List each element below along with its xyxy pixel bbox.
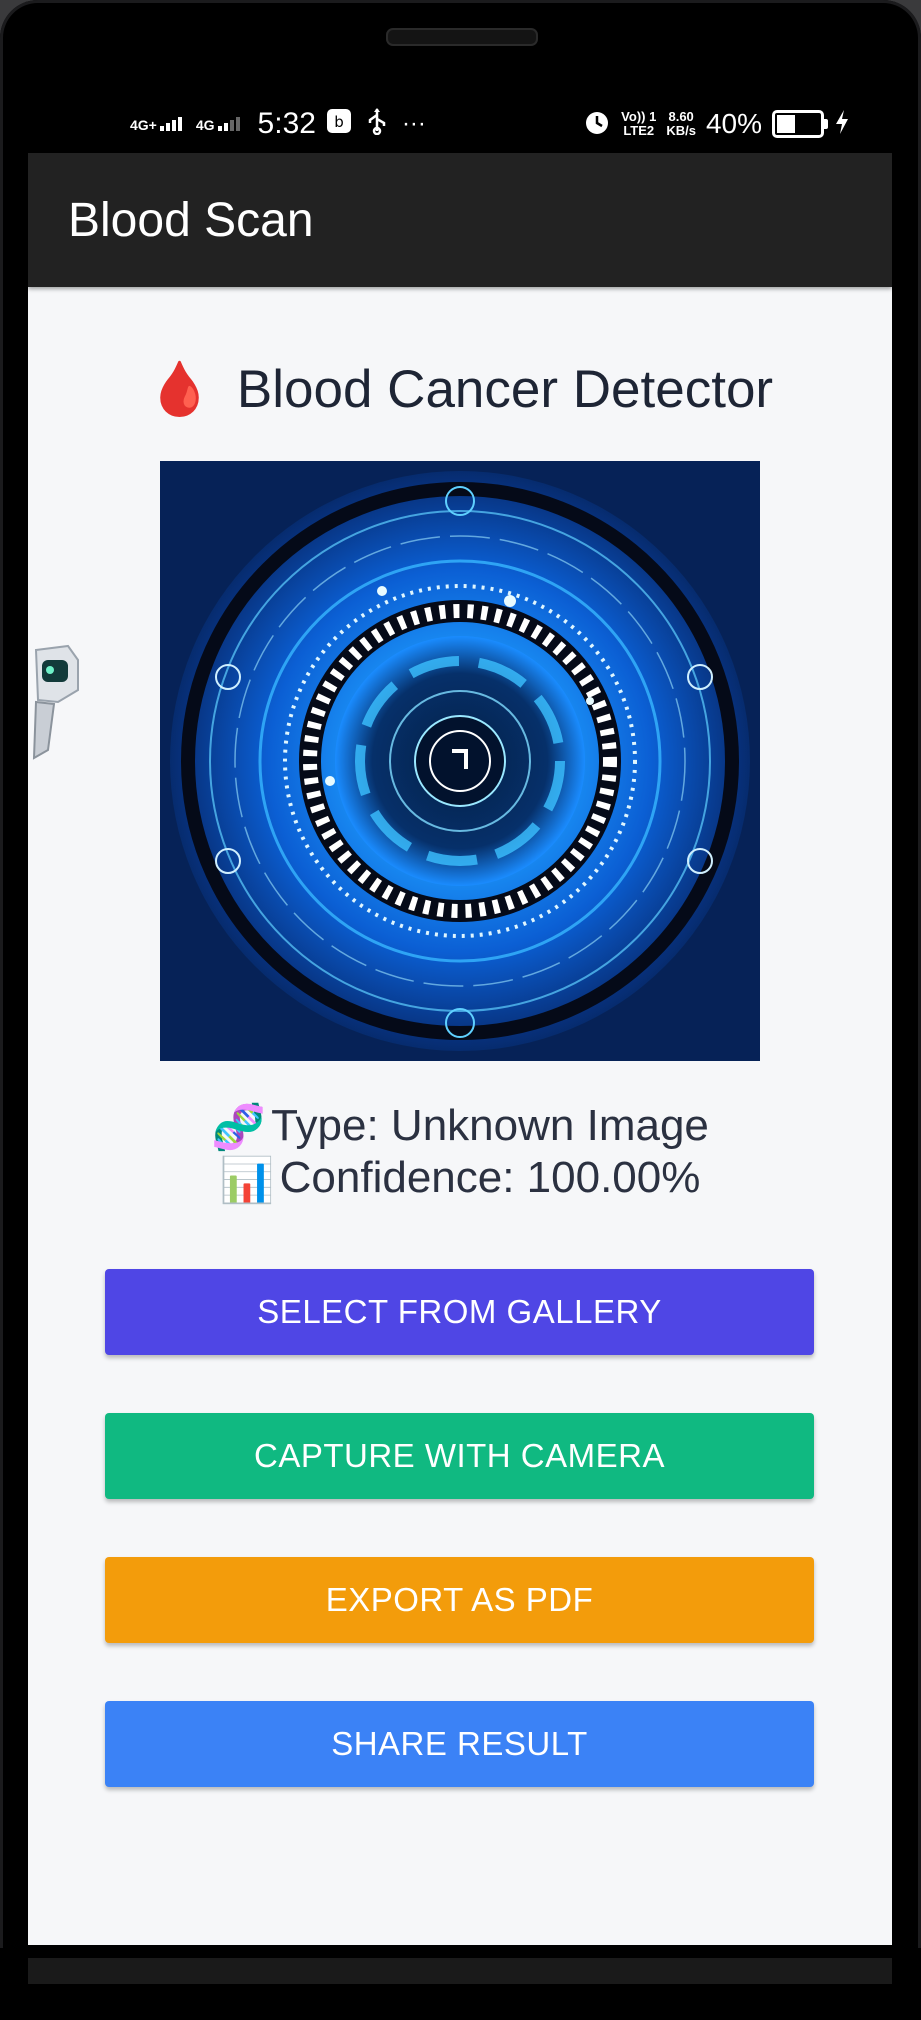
- network-type-label: 4G+: [130, 117, 157, 133]
- app-screen: Blood Scan 🩸 Blood Cancer Detector 🧬 Typ…: [28, 153, 892, 1945]
- more-notifications-icon: ···: [401, 110, 426, 137]
- status-time: 5:32: [257, 107, 316, 140]
- signal-bars-icon: [217, 117, 240, 131]
- network-speed-value: 8.60: [668, 109, 694, 124]
- result-section: 🧬 Type: Unknown Image 📊 Confidence: 100.00…: [28, 1101, 892, 1206]
- alarm-icon: [583, 108, 611, 141]
- hud-eye-image: [160, 461, 760, 1061]
- app-notification-icon: b: [326, 108, 352, 141]
- network-speed: 8.60 KB/s: [666, 110, 696, 138]
- blood-drop-icon: 🩸: [146, 360, 213, 419]
- app-bar-title: Blood Scan: [68, 194, 314, 247]
- dna-icon: 🧬: [211, 1103, 266, 1153]
- network-signal-1: 4G+: [130, 117, 182, 133]
- result-confidence-text: Confidence: 100.00%: [279, 1153, 701, 1203]
- result-type-line: 🧬 Type: Unknown Image: [28, 1101, 892, 1153]
- bottom-bezel: [0, 1948, 921, 2020]
- floating-robot-icon[interactable]: [28, 640, 80, 760]
- phone-frame: 4G+ 4G 5:32 b ··· Vo)) 1 LTE2 8.60 KB/s …: [0, 0, 921, 2020]
- scanned-image-preview: [160, 461, 760, 1061]
- network-speed-unit: KB/s: [666, 123, 696, 138]
- bar-chart-icon: 📊: [219, 1155, 275, 1205]
- earpiece-speaker: [386, 28, 538, 46]
- battery-percent: 40%: [705, 108, 762, 139]
- volte-indicator: Vo)) 1 LTE2: [621, 110, 656, 138]
- result-confidence-line: 📊 Confidence: 100.00%: [28, 1153, 892, 1205]
- battery-icon: [772, 110, 828, 138]
- network-signal-2: 4G: [195, 117, 240, 133]
- network-type-label: 4G: [195, 117, 215, 133]
- capture-with-camera-button[interactable]: CAPTURE WITH CAMERA: [105, 1413, 814, 1499]
- volte-top-label: Vo)) 1: [621, 109, 657, 124]
- charging-bolt-icon: [834, 109, 850, 140]
- select-from-gallery-button[interactable]: SELECT FROM GALLERY: [105, 1269, 814, 1355]
- app-bar: Blood Scan: [28, 153, 892, 287]
- page-title-text: Blood Cancer Detector: [236, 360, 774, 419]
- status-bar: 4G+ 4G 5:32 b ··· Vo)) 1 LTE2 8.60 KB/s …: [130, 100, 850, 148]
- export-as-pdf-button[interactable]: EXPORT AS PDF: [105, 1557, 814, 1643]
- result-type-text: Type: Unknown Image: [271, 1101, 709, 1150]
- share-result-button[interactable]: SHARE RESULT: [105, 1701, 814, 1787]
- navigation-strip: [28, 1958, 892, 1984]
- usb-icon: [366, 107, 388, 142]
- battery-level-fill: [777, 115, 796, 133]
- page-title: 🩸 Blood Cancer Detector: [28, 358, 892, 420]
- signal-bars-icon: [159, 117, 182, 131]
- svg-text:b: b: [334, 113, 344, 131]
- volte-bottom-label: LTE2: [623, 123, 655, 138]
